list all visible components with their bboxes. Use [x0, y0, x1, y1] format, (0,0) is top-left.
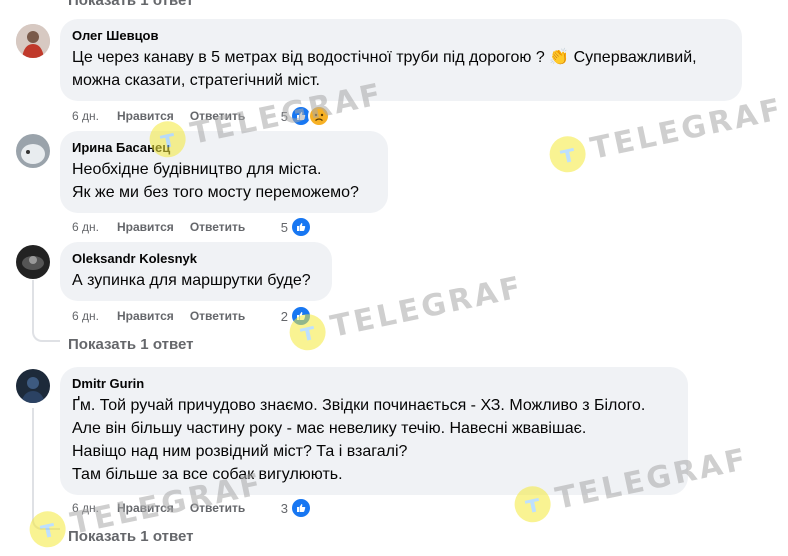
- comment-actions: 6 дн. Нравится Ответить 2: [72, 305, 312, 327]
- reactions-count: 5: [280, 108, 288, 124]
- comment-timestamp[interactable]: 6 дн.: [72, 109, 99, 123]
- show-replies-link[interactable]: Показать 1 ответ: [68, 336, 193, 353]
- like-button[interactable]: Нравится: [117, 220, 174, 234]
- comment-bubble: Dmitr Gurin Ґм. Той ручай причудово знає…: [60, 367, 688, 495]
- avatar-image: [16, 369, 50, 403]
- comment-actions: 6 дн. Нравится Ответить 3: [72, 497, 312, 519]
- comment-text-line: Це через канаву в 5 метрах від водостічн…: [72, 49, 697, 66]
- like-button[interactable]: Нравится: [117, 309, 174, 323]
- comment-timestamp[interactable]: 6 дн.: [72, 309, 99, 323]
- avatar-image: [16, 24, 50, 58]
- watermark-logo-icon: [546, 132, 589, 176]
- show-replies-link[interactable]: Показать 1 ответ: [68, 0, 193, 9]
- comment-author[interactable]: Dmitr Gurin: [72, 375, 676, 392]
- thread-line: [32, 280, 60, 342]
- comment-text-line: Необхідне будівництво для міста.: [72, 161, 322, 178]
- reply-button[interactable]: Ответить: [190, 109, 245, 123]
- reactions-summary[interactable]: 5: [281, 105, 330, 127]
- comment-text-line: можна сказати, стратегічний міст.: [72, 72, 320, 89]
- comment-author[interactable]: Ирина Басанец: [72, 139, 376, 156]
- comment-text-line: А зупинка для маршрутки буде?: [72, 272, 311, 289]
- comment-author[interactable]: Олег Шевцов: [72, 27, 730, 44]
- reactions-summary[interactable]: 2: [281, 305, 312, 327]
- comment-actions: 6 дн. Нравится Ответить 5: [72, 105, 330, 127]
- reply-button[interactable]: Ответить: [190, 309, 245, 323]
- reply-button[interactable]: Ответить: [190, 220, 245, 234]
- comment-timestamp[interactable]: 6 дн.: [72, 220, 99, 234]
- avatar[interactable]: [16, 369, 50, 403]
- reply-button[interactable]: Ответить: [190, 501, 245, 515]
- show-replies-link[interactable]: Показать 1 ответ: [68, 528, 193, 545]
- like-button[interactable]: Нравится: [117, 501, 174, 515]
- comment-text-line: Там більше за все собак вигулюють.: [72, 466, 343, 483]
- reactions-count: 2: [280, 308, 288, 324]
- reactions-count: 5: [280, 219, 288, 235]
- sad-icon: [308, 105, 330, 127]
- comment-bubble: Ирина Басанец Необхідне будівництво для …: [60, 131, 388, 213]
- watermark-text: TELEGRAF: [587, 91, 787, 167]
- avatar[interactable]: [16, 245, 50, 279]
- avatar-image: [16, 134, 50, 168]
- comment-text-line: Як же ми без того мосту переможемо?: [72, 184, 359, 201]
- comment-text-line: Навіщо над ним розвідний міст? Та і взаг…: [72, 443, 408, 460]
- reactions-summary[interactable]: 5: [281, 216, 312, 238]
- avatar[interactable]: [16, 24, 50, 58]
- reactions-count: 3: [280, 500, 288, 516]
- comment-timestamp[interactable]: 6 дн.: [72, 501, 99, 515]
- comment-bubble: Олег Шевцов Це через канаву в 5 метрах в…: [60, 19, 742, 101]
- comment-author[interactable]: Oleksandr Kolesnyk: [72, 250, 320, 267]
- like-icon: [290, 305, 312, 327]
- comment-actions: 6 дн. Нравится Ответить 5: [72, 216, 312, 238]
- like-button[interactable]: Нравится: [117, 109, 174, 123]
- avatar[interactable]: [16, 134, 50, 168]
- comment-bubble: Oleksandr Kolesnyk А зупинка для маршрут…: [60, 242, 332, 301]
- avatar-image: [16, 245, 50, 279]
- reactions-summary[interactable]: 3: [281, 497, 312, 519]
- comment-text-line: Але він більшу частину року - має невели…: [72, 420, 587, 437]
- watermark-text: TELEGRAF: [327, 269, 527, 345]
- like-icon: [290, 216, 312, 238]
- thread-line: [32, 408, 60, 530]
- like-icon: [290, 497, 312, 519]
- comment-text-line: Ґм. Той ручай причудово знаємо. Звідки п…: [72, 397, 646, 414]
- watermark: TELEGRAF: [546, 91, 786, 176]
